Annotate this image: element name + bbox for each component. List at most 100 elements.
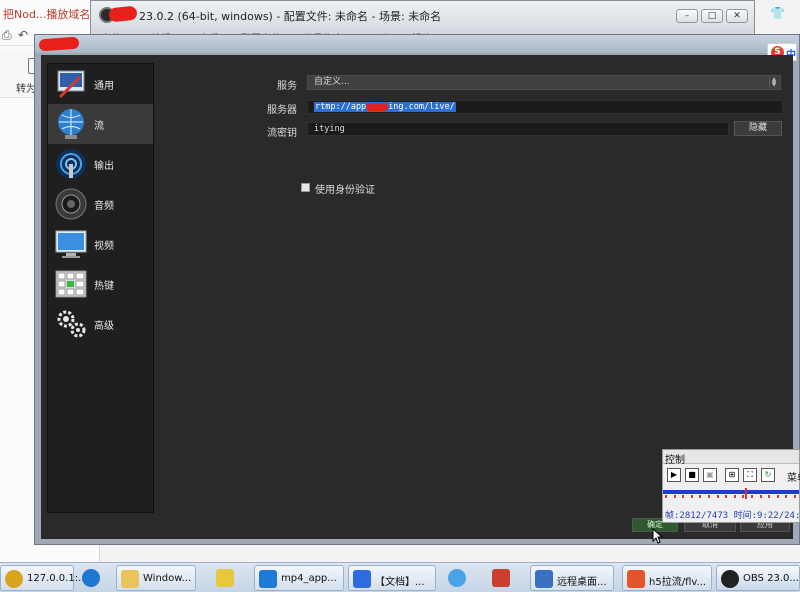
play-icon[interactable]: ▶ (667, 468, 681, 482)
seek-tick (751, 495, 753, 498)
seek-tick (682, 495, 685, 498)
seek-tick (716, 495, 719, 498)
network-icon (216, 569, 234, 587)
sidebar-item-video[interactable]: 视频 (48, 224, 153, 264)
chat-icon (448, 569, 466, 587)
taskbar-item-vscode[interactable]: mp4_app... (254, 565, 344, 591)
stop-icon[interactable]: ■ (685, 468, 699, 482)
taskbar-item-label: mp4_app... (281, 573, 337, 584)
service-select[interactable]: 自定义... ▲ ▼ (307, 75, 781, 90)
obs-window-title: 23.0.2 (64-bit, windows) - 配置文件: 未命名 - 场… (139, 10, 442, 23)
seek-tick (794, 495, 796, 498)
taskbar-item-obs[interactable]: OBS 23.0.... (716, 565, 800, 591)
hide-key-button[interactable]: 隐藏 (734, 121, 782, 136)
chevron-updown-icon: ▲ ▼ (769, 77, 778, 88)
vscode-icon (259, 570, 277, 588)
undo-icon[interactable]: ↶ (18, 29, 30, 41)
taskbar-item-label: 【文档】... (375, 577, 425, 588)
seek-tick (768, 495, 771, 498)
redaction-mark (108, 5, 138, 23)
server-value-selection: rtmp://app ing.com/live/ (314, 102, 456, 112)
obs-icon (721, 570, 739, 588)
chrome-icon (5, 570, 23, 588)
control-toolbar: ▶ ■ ▣ ⊞ ⛶ ↻ 菜单 (663, 466, 800, 484)
service-label: 服务 (277, 81, 297, 92)
sidebar-item-output[interactable]: 输出 (48, 144, 153, 184)
taskbar-item-h5[interactable]: h5拉流/flv... (622, 565, 712, 591)
taskbar-item-tool[interactable] (488, 565, 522, 591)
taskbar-item-ie[interactable] (78, 565, 108, 591)
remote-desktop-icon (535, 570, 553, 588)
seek-tick (673, 495, 676, 498)
sidebar-item-label: 音频 (94, 201, 114, 212)
sidebar-item-advanced[interactable]: 高级 (48, 304, 153, 344)
use-auth-checkbox[interactable] (301, 183, 310, 192)
sidebar-item-stream[interactable]: 流 (48, 104, 153, 144)
taskbar-item-label: Window... (143, 573, 192, 584)
maximize-button[interactable]: □ (701, 9, 723, 23)
service-value: 自定义... (314, 77, 350, 87)
video-icon (55, 230, 87, 258)
audio-icon (55, 188, 87, 220)
settings-sidebar: 通用 流 输出 音频 视频 热键 高级 (47, 63, 154, 513)
output-icon (56, 149, 86, 179)
seek-tick (690, 495, 693, 498)
shirt-icon[interactable]: 👕 (770, 6, 785, 20)
tool-icon (492, 569, 510, 587)
stream-key-label: 流密钥 (267, 128, 297, 139)
fullscreen-icon[interactable]: ⛶ (743, 468, 757, 482)
seek-bar[interactable] (663, 490, 799, 494)
settings-titlebar (35, 35, 799, 53)
taskbar-item-wps[interactable]: 【文档】... (348, 565, 436, 591)
refresh-icon[interactable]: ↻ (761, 468, 775, 482)
taskbar-item-label: OBS 23.0.... (743, 573, 800, 584)
seek-tick (725, 495, 728, 498)
frame-time-readout: 帧:2812/7473 时间:9:22/24: (665, 511, 800, 521)
seek-position-marker[interactable] (745, 488, 747, 499)
print-icon[interactable]: ⎙ (2, 29, 14, 41)
stream-icon (58, 109, 84, 139)
seek-tick (733, 495, 736, 498)
close-button[interactable]: ✕ (726, 9, 748, 23)
seek-tick (665, 495, 667, 498)
taskbar-item-chrome[interactable]: 127.0.0.1:... (0, 565, 88, 591)
use-auth-label[interactable]: 使用身份验证 (315, 181, 375, 196)
minimize-button[interactable]: – (676, 9, 698, 23)
taskbar-item-network[interactable] (212, 565, 246, 591)
fit-icon[interactable]: ⊞ (725, 468, 739, 482)
taskbar: 127.0.0.1:... Window... mp4_app... 【文档】.… (0, 562, 800, 592)
server-input[interactable]: rtmp://app ing.com/live/ (307, 100, 783, 114)
menu-label[interactable]: 菜单 (787, 469, 800, 484)
sidebar-item-hotkeys[interactable]: 热键 (48, 264, 153, 304)
taskbar-item-chat[interactable] (444, 565, 478, 591)
redaction-mark (38, 36, 80, 52)
ie-icon (82, 569, 100, 587)
taskbar-item-explorer[interactable]: Window... (116, 565, 196, 591)
sidebar-item-label: 高级 (94, 321, 114, 332)
seek-ticks (665, 495, 800, 499)
seek-tick (776, 495, 779, 498)
seek-tick (759, 495, 762, 498)
sidebar-item-label: 流 (94, 121, 104, 132)
frame-step-icon[interactable]: ▣ (703, 468, 717, 482)
wps-icon (353, 570, 371, 588)
stream-key-input[interactable]: itying (307, 122, 729, 136)
sidebar-item-label: 热键 (94, 281, 114, 292)
hotkeys-icon (55, 270, 87, 298)
obs-titlebar: 23.0.2 (64-bit, windows) - 配置文件: 未命名 - 场… (91, 1, 754, 29)
screen: 把Nod...播放域名.pc ⎙ ↶ 转为 👕 23.0.2 (64-bit, … (0, 0, 800, 592)
advanced-icon (57, 310, 86, 338)
taskbar-item-remote-desktop[interactable]: 远程桌面... (530, 565, 614, 591)
sidebar-item-audio[interactable]: 音频 (48, 184, 153, 224)
sidebar-item-label: 通用 (94, 81, 114, 92)
seek-tick (699, 495, 702, 498)
convert-label[interactable]: 转为 (16, 80, 36, 95)
control-panel-header: 控制 (663, 450, 799, 466)
sidebar-item-label: 视频 (94, 241, 114, 252)
folder-icon (121, 570, 139, 588)
taskbar-item-label: h5拉流/flv... (649, 577, 707, 588)
server-label: 服务器 (267, 105, 297, 116)
mouse-cursor-icon (652, 528, 664, 544)
seek-tick (785, 495, 788, 498)
sidebar-item-general[interactable]: 通用 (48, 64, 153, 104)
